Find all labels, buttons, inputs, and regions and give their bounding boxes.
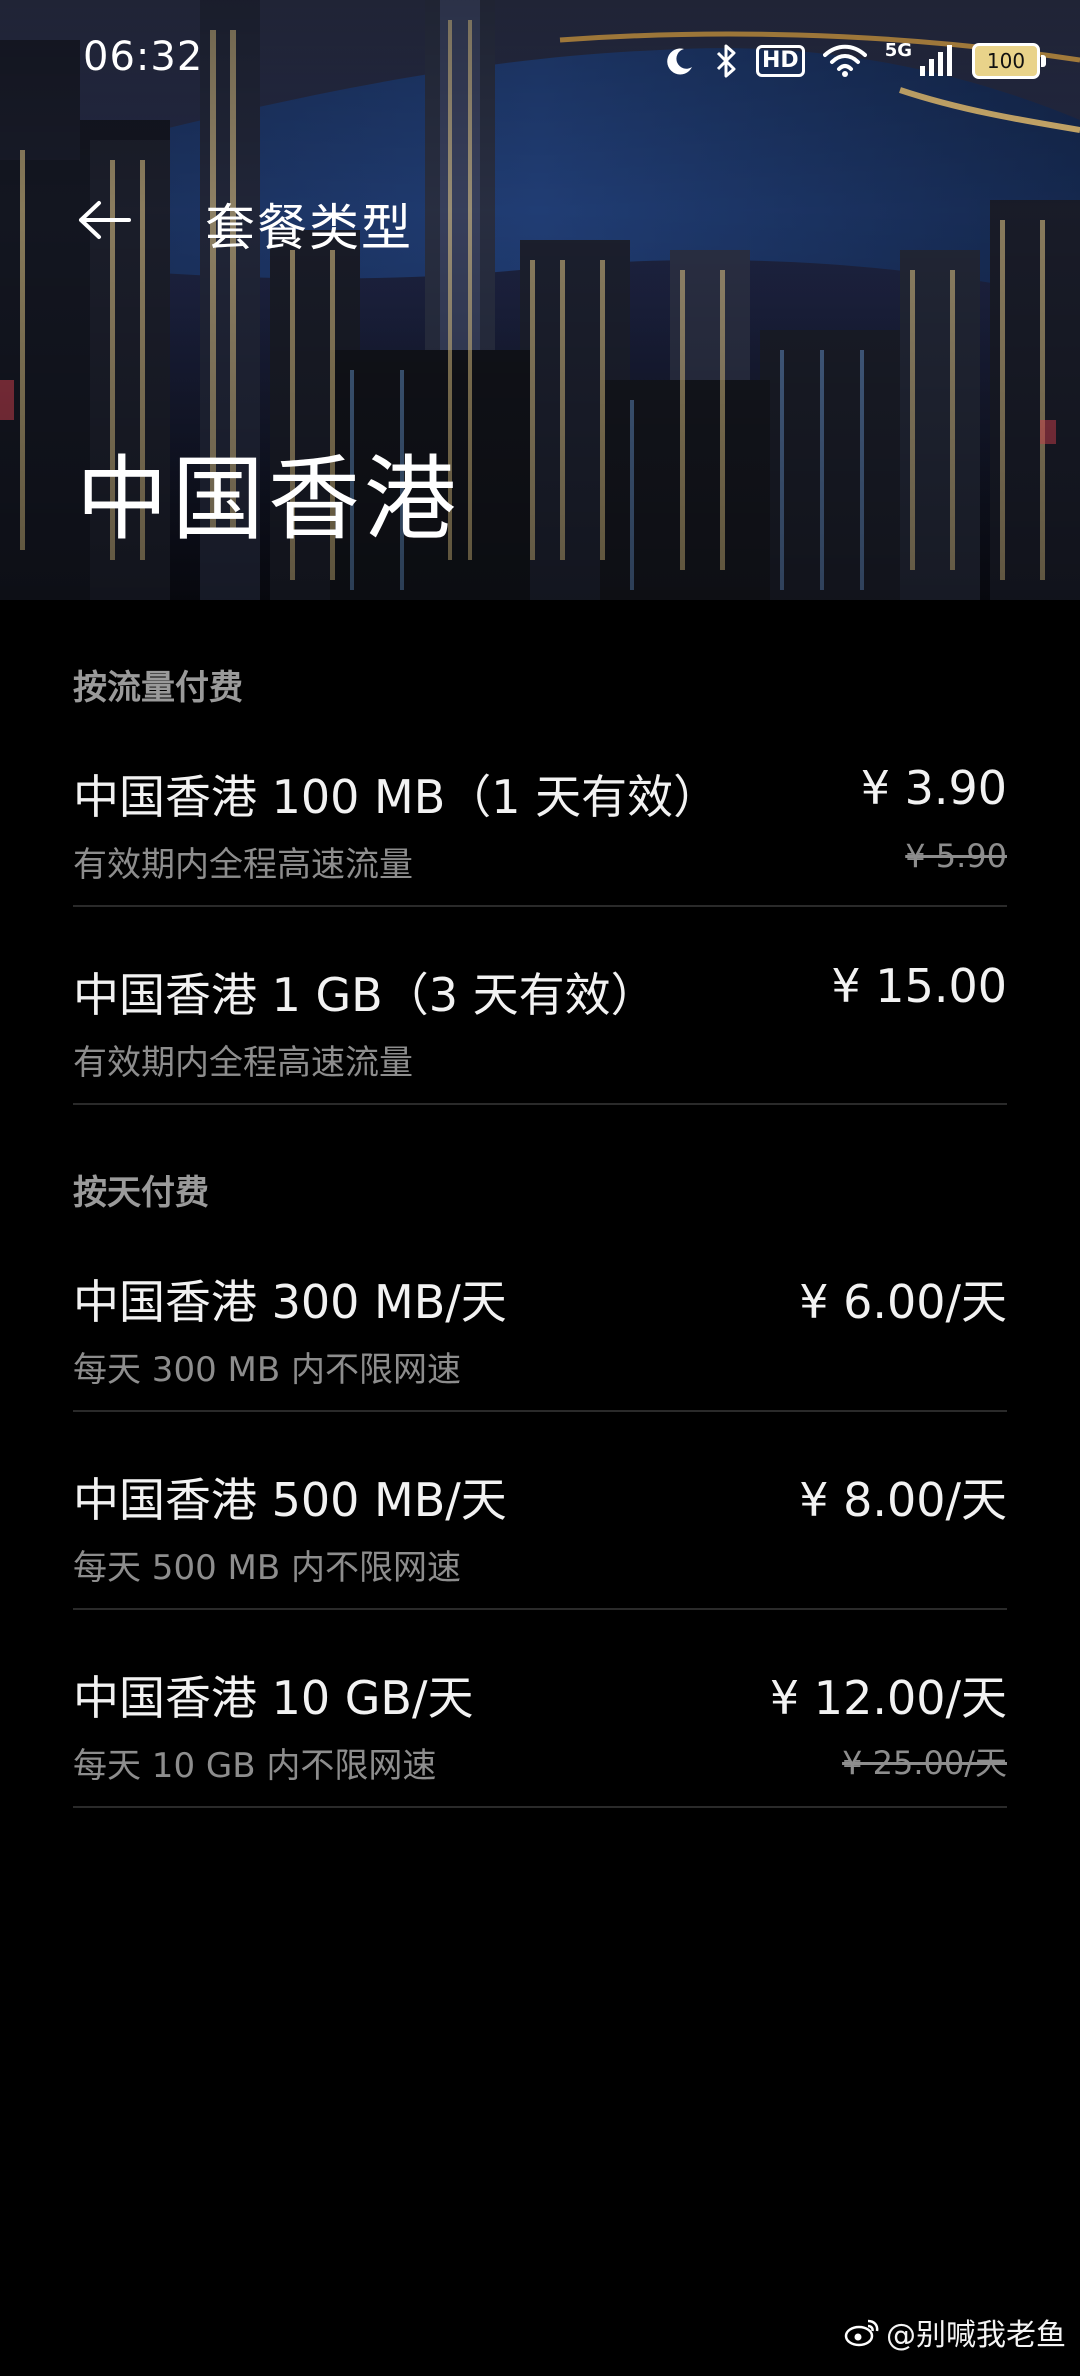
status-time: 06:32 xyxy=(83,34,204,80)
status-bar: 06:32 HD 5G 100 xyxy=(0,0,1080,120)
plan-name: 中国香港 500 MB/天 xyxy=(73,1473,507,1527)
arrow-left-icon xyxy=(79,201,131,239)
plan-price: ¥ 8.00/天 xyxy=(799,1473,1007,1527)
plan-item[interactable]: 中国香港 300 MB/天 每天 300 MB 内不限网速 ¥ 6.00/天 xyxy=(73,1214,1007,1412)
plan-original-price: ¥ 5.90 xyxy=(905,837,1007,875)
plan-list: 中国香港 300 MB/天 每天 300 MB 内不限网速 ¥ 6.00/天 中… xyxy=(73,1214,1007,1808)
plan-content: 按流量付费 中国香港 100 MB（1 天有效） 有效期内全程高速流量 ¥ 3.… xyxy=(0,600,1080,1808)
back-button[interactable] xyxy=(70,185,140,255)
network-type: 5G xyxy=(884,40,912,61)
plan-original-price: ¥ 25.00/天 xyxy=(842,1744,1007,1782)
plan-description: 有效期内全程高速流量 xyxy=(73,845,413,885)
region-title: 中国香港 xyxy=(76,446,461,553)
hd-icon: HD xyxy=(756,45,805,77)
plan-name: 中国香港 1 GB（3 天有效） xyxy=(73,968,657,1022)
section-header: 按流量付费 xyxy=(73,668,243,708)
wifi-icon xyxy=(822,44,867,78)
plan-description: 有效期内全程高速流量 xyxy=(73,1043,413,1083)
plan-name: 中国香港 10 GB/天 xyxy=(73,1671,474,1725)
screen: 06:32 HD 5G 100 套餐类型 中国香港 按流量付费 中国香港 100… xyxy=(0,0,1080,2376)
page-title: 套餐类型 xyxy=(205,199,413,257)
plan-name: 中国香港 100 MB（1 天有效） xyxy=(73,770,720,824)
status-icons: HD 5G 100 xyxy=(664,38,1046,84)
plan-item[interactable]: 中国香港 10 GB/天 每天 10 GB 内不限网速 ¥ 12.00/天 ¥ … xyxy=(73,1610,1007,1808)
plan-description: 每天 300 MB 内不限网速 xyxy=(73,1350,461,1390)
section-pay-by-day: 按天付费 中国香港 300 MB/天 每天 300 MB 内不限网速 ¥ 6.0… xyxy=(0,1105,1080,1808)
battery-icon: 100 xyxy=(972,43,1046,79)
plan-item[interactable]: 中国香港 500 MB/天 每天 500 MB 内不限网速 ¥ 8.00/天 xyxy=(73,1412,1007,1610)
plan-list: 中国香港 100 MB（1 天有效） 有效期内全程高速流量 ¥ 3.90 ¥ 5… xyxy=(73,709,1007,1105)
bluetooth-icon xyxy=(714,43,738,79)
watermark: @别喊我老鱼 xyxy=(844,2310,1066,2354)
plan-price: ¥ 3.90 xyxy=(860,761,1007,815)
plan-price: ¥ 15.00 xyxy=(831,959,1007,1013)
plan-item[interactable]: 中国香港 1 GB（3 天有效） 有效期内全程高速流量 ¥ 15.00 xyxy=(73,907,1007,1105)
plan-item[interactable]: 中国香港 100 MB（1 天有效） 有效期内全程高速流量 ¥ 3.90 ¥ 5… xyxy=(73,709,1007,907)
plan-description: 每天 500 MB 内不限网速 xyxy=(73,1548,461,1588)
plan-price: ¥ 6.00/天 xyxy=(799,1275,1007,1329)
moon-icon xyxy=(664,45,696,77)
signal-icon xyxy=(918,44,954,78)
plan-price: ¥ 12.00/天 xyxy=(769,1671,1007,1725)
section-header: 按天付费 xyxy=(73,1173,209,1213)
watermark-text: @别喊我老鱼 xyxy=(886,2318,1066,2353)
plan-description: 每天 10 GB 内不限网速 xyxy=(73,1746,437,1786)
section-pay-by-data: 按流量付费 中国香港 100 MB（1 天有效） 有效期内全程高速流量 ¥ 3.… xyxy=(0,600,1080,1105)
plan-name: 中国香港 300 MB/天 xyxy=(73,1275,507,1329)
weibo-icon xyxy=(844,2319,879,2347)
